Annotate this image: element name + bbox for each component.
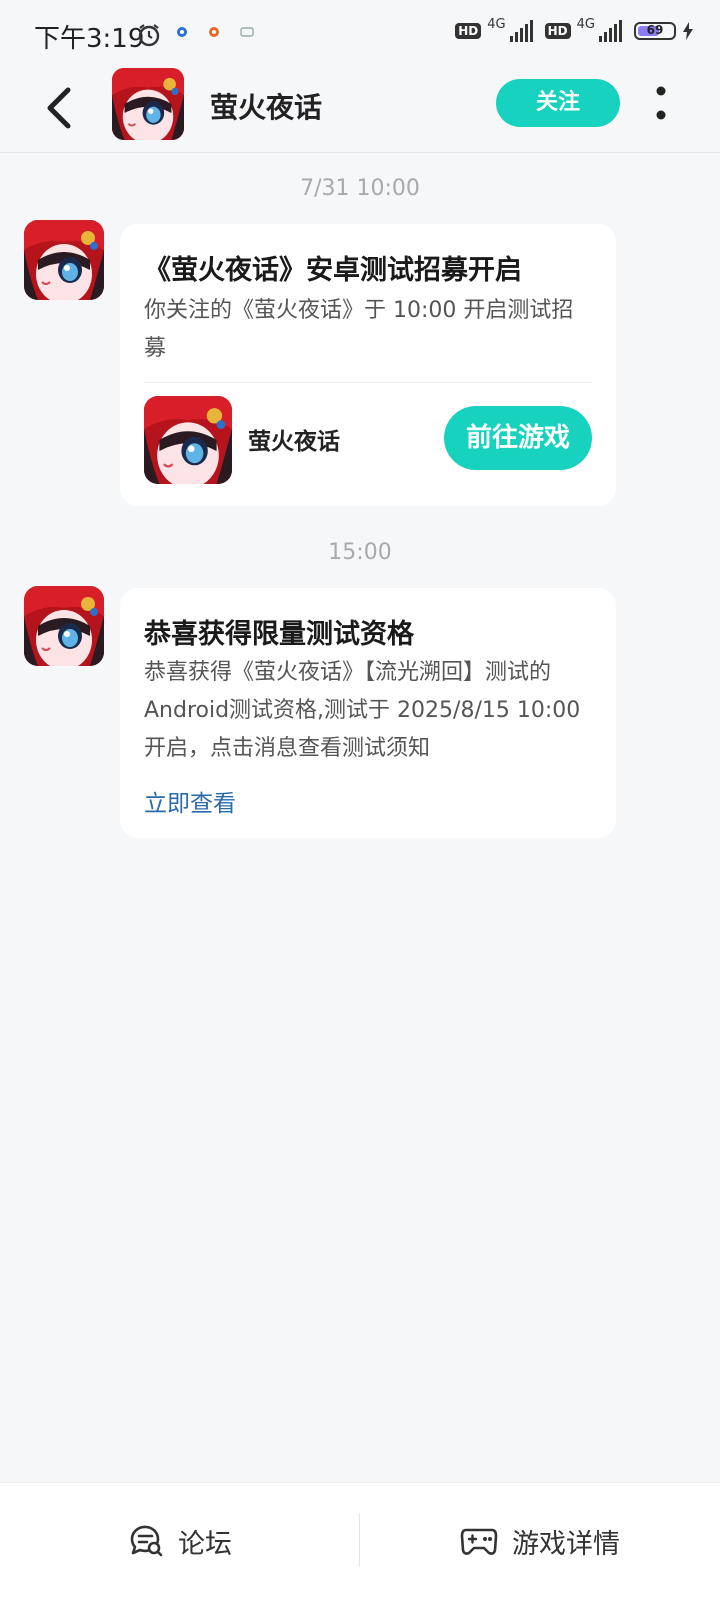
- message-card[interactable]: 《萤火夜话》安卓测试招募开启 你关注的《萤火夜话》于 10:00 开启测试招募 …: [120, 224, 616, 506]
- game-detail-button[interactable]: 游戏详情: [460, 1511, 620, 1571]
- battery-level: 69: [646, 23, 664, 37]
- charging-icon: [683, 22, 693, 40]
- follow-button[interactable]: 关注: [496, 79, 620, 127]
- bottom-bar: 论坛 游戏详情: [0, 1482, 720, 1601]
- forum-label: 论坛: [178, 1528, 232, 1560]
- forum-button[interactable]: 论坛: [128, 1511, 232, 1571]
- message-timestamp: 7/31 10:00: [300, 176, 420, 201]
- game-name: 萤火夜话: [248, 429, 340, 455]
- message-body: 你关注的《萤火夜话》于 10:00 开启测试招募: [144, 298, 574, 361]
- message-timestamp: 15:00: [328, 540, 392, 565]
- forum-chat-icon: [130, 1525, 163, 1557]
- top-app-bar: 萤火夜话 关注: [0, 68, 720, 153]
- game-detail-label: 游戏详情: [512, 1528, 620, 1560]
- message-body: 恭喜获得《萤火夜话》【流光溯回】测试的Android测试资格,测试于 2025/…: [144, 660, 581, 761]
- message-title: 恭喜获得限量测试资格: [144, 619, 414, 650]
- sender-avatar[interactable]: [24, 220, 104, 300]
- game-icon[interactable]: [144, 396, 232, 484]
- signal-icon: [599, 20, 622, 42]
- alarm-icon: [138, 24, 160, 47]
- system-status-icons: HD 4G HD 4G 69: [455, 16, 694, 42]
- battery-icon: 69: [634, 22, 676, 40]
- status-time: 下午3:19: [34, 24, 145, 54]
- divider: [359, 1513, 360, 1567]
- back-arrow-icon[interactable]: [38, 80, 86, 136]
- sender-avatar[interactable]: [24, 586, 104, 666]
- more-options-icon[interactable]: [648, 82, 674, 126]
- app-notification-icon: [177, 27, 187, 37]
- page-title: 萤火夜话: [210, 91, 323, 124]
- signal-icon: [509, 20, 533, 42]
- game-avatar[interactable]: [112, 68, 184, 140]
- app-notification-icon: [209, 27, 219, 37]
- network-type: 4G: [487, 16, 506, 32]
- message-card[interactable]: 恭喜获得限量测试资格 恭喜获得《萤火夜话》【流光溯回】测试的Android测试资…: [120, 588, 616, 838]
- gamepad-icon: [460, 1528, 498, 1555]
- network-type: 4G: [576, 16, 595, 32]
- status-bar: 下午3:19 HD 4G HD 4G 69: [0, 0, 720, 68]
- divider: [144, 382, 592, 383]
- view-now-link[interactable]: 立即查看: [144, 784, 236, 818]
- message-title: 《萤火夜话》安卓测试招募开启: [144, 255, 522, 286]
- app-notification-icon: [240, 27, 254, 37]
- go-to-game-button[interactable]: 前往游戏: [444, 406, 592, 470]
- hd-badge: HD: [455, 23, 482, 39]
- hd-badge: HD: [544, 23, 571, 39]
